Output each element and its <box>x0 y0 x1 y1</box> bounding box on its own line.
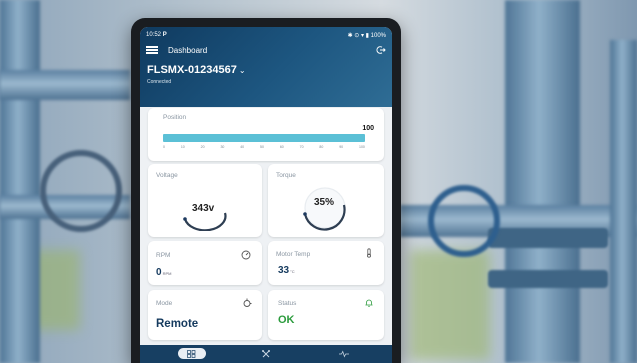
rpm-unit: RPM <box>162 271 172 276</box>
mode-value: Remote <box>156 318 199 330</box>
torque-card: Torque 35% <box>268 164 384 237</box>
logout-icon[interactable] <box>376 45 386 55</box>
position-tick: 30 <box>220 145 225 149</box>
battery-level: 100% <box>370 32 386 39</box>
mode-card: Mode Remote <box>148 290 262 340</box>
app-screen: 10:52 P ✱ ⊙ ▾ ▮ 100% Dashboard FLSMX-012… <box>140 27 392 363</box>
activity-icon[interactable] <box>339 349 349 359</box>
menu-icon[interactable] <box>146 46 158 54</box>
tools-icon[interactable] <box>261 349 271 359</box>
torque-gauge <box>303 187 346 231</box>
bottom-nav <box>140 345 392 363</box>
tablet-device: 10:52 P ✱ ⊙ ▾ ▮ 100% Dashboard FLSMX-012… <box>131 18 401 363</box>
position-tick: 40 <box>240 145 245 149</box>
position-bar <box>163 134 365 142</box>
rpm-reading: 0RPM <box>156 267 171 278</box>
position-value: 100 <box>362 125 374 132</box>
connection-status: Connected <box>147 79 172 85</box>
position-tick: 0 <box>163 145 165 149</box>
device-selector[interactable]: FLSMX-01234567 ⌄ <box>147 64 246 76</box>
app-header: 10:52 P ✱ ⊙ ▾ ▮ 100% Dashboard FLSMX-012… <box>140 27 392 107</box>
app-notification-icon: P <box>162 32 167 38</box>
position-tick: 10 <box>180 145 185 149</box>
position-ticks: 0 10 20 30 40 50 60 70 80 90 100 <box>163 145 365 149</box>
status-card: Status OK <box>268 290 384 340</box>
voltage-value: 343v <box>192 203 215 214</box>
position-label: Position <box>163 114 187 121</box>
position-tick: 80 <box>319 145 324 149</box>
position-tick: 60 <box>279 145 284 149</box>
motor-temp-card: Motor Temp 33°C <box>268 241 384 285</box>
position-card: Position 100 0 10 20 30 40 50 60 70 80 90 100 <box>148 108 384 161</box>
nav-dashboard[interactable] <box>178 348 206 359</box>
torque-label: Torque <box>276 172 296 179</box>
thermometer-icon <box>367 248 372 258</box>
position-tick: 20 <box>200 145 205 149</box>
chevron-down-icon: ⌄ <box>238 66 246 75</box>
mode-label: Mode <box>156 300 173 307</box>
bell-icon <box>365 299 373 307</box>
position-tick: 90 <box>339 145 344 149</box>
rpm-card: RPM 0RPM <box>148 241 262 285</box>
grid-icon <box>187 349 196 358</box>
clock: 10:52 <box>146 32 162 38</box>
motor-temp-value: 33 <box>278 265 290 276</box>
rpm-label: RPM <box>156 252 171 259</box>
status-label: Status <box>278 300 297 307</box>
torque-value: 35% <box>314 197 335 208</box>
device-id: FLSMX-01234567 <box>147 64 237 76</box>
position-tick: 100 <box>359 145 365 149</box>
position-tick: 70 <box>299 145 304 149</box>
status-bar: 10:52 P ✱ ⊙ ▾ ▮ 100% <box>146 30 386 40</box>
position-tick: 50 <box>260 145 264 149</box>
motor-temp-label: Motor Temp <box>276 251 311 258</box>
system-icons: ✱ ⊙ ▾ ▮ 100% <box>347 32 386 39</box>
voltage-card: Voltage 343v <box>148 164 262 237</box>
rpm-value: 0 <box>156 267 162 278</box>
motor-temp-unit: °C <box>290 269 295 274</box>
voltage-label: Voltage <box>156 172 178 179</box>
page-title: Dashboard <box>168 45 208 55</box>
speedometer-icon <box>241 250 251 260</box>
mode-toggle-icon <box>243 298 252 307</box>
motor-temp-reading: 33°C <box>278 265 295 276</box>
status-value: OK <box>278 314 295 326</box>
